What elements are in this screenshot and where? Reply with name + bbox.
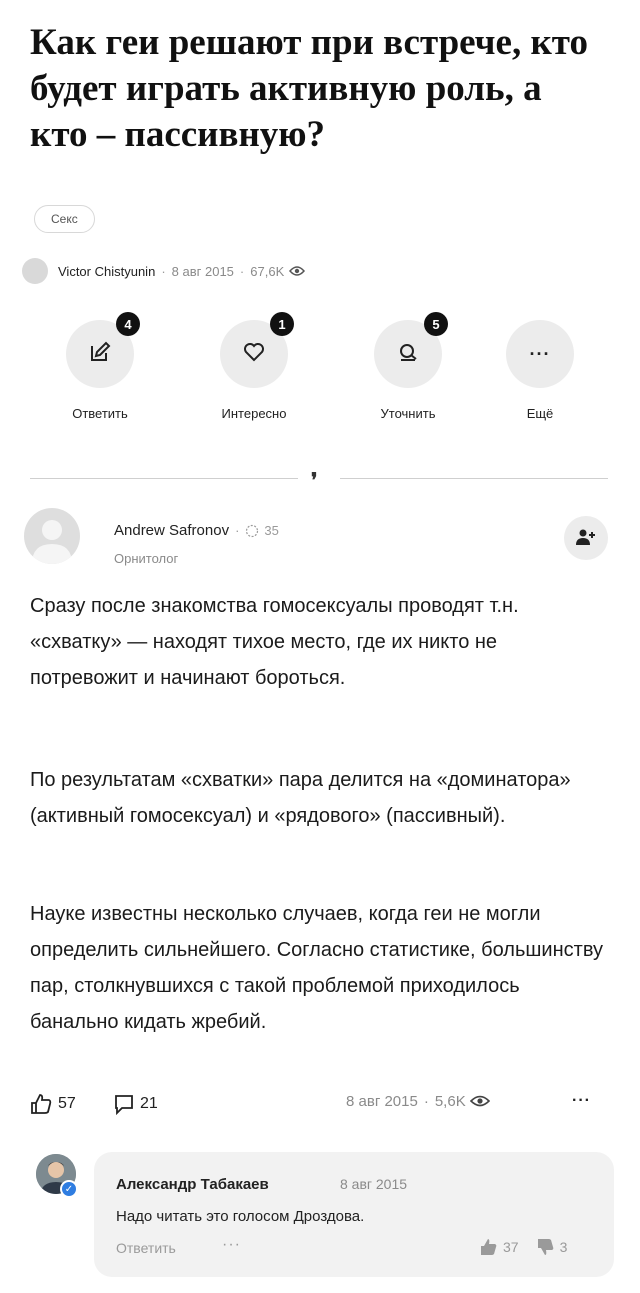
action-label: Ответить	[72, 406, 128, 421]
count-badge: 5	[424, 312, 448, 336]
author-role: Орнитолог	[114, 551, 179, 566]
answer-footer: 57 21 8 авг 2015 · 5,6K ···	[30, 1092, 610, 1122]
add-user-icon	[576, 528, 596, 549]
divider	[340, 478, 608, 479]
question-actions: 4 Ответить 1 Интересно 5 Уточнить ··· Ещ…	[0, 312, 640, 430]
comment-icon	[397, 341, 419, 368]
more-options-button[interactable]: ···	[572, 1092, 591, 1110]
separator: ·	[423, 1092, 429, 1110]
comment-count: 21	[140, 1095, 158, 1112]
action-label: Интересно	[221, 406, 287, 421]
like-button[interactable]: 57	[30, 1092, 76, 1116]
divider	[30, 478, 298, 479]
answer-paragraph: По результатам «схватки» пара делится на…	[30, 769, 571, 827]
answer-author[interactable]: Andrew Safronov	[114, 522, 229, 539]
answer-paragraph: Науке известны несколько случаев, когда …	[30, 903, 603, 1033]
question-title: Как геи решают при встрече, кто будет иг…	[30, 22, 588, 155]
comment-text: Надо читать это голосом Дроздова.	[116, 1208, 365, 1225]
action-label: Ещё	[526, 406, 554, 421]
like-count: 57	[58, 1095, 76, 1112]
comments-button[interactable]: 21	[112, 1092, 158, 1116]
thumbs-up-icon	[30, 1092, 54, 1116]
answer-date: 8 авг 2015	[346, 1092, 418, 1110]
action-circle[interactable]: 4	[66, 312, 140, 388]
heart-icon	[243, 341, 265, 368]
question-meta: Victor Chistyunin · 8 авг 2015 · 67,6K	[22, 258, 306, 284]
more-action-button[interactable]: ··· Ещё	[480, 320, 600, 421]
answer-author-line: Andrew Safronov · 35	[114, 522, 279, 539]
verified-badge-icon: ✓	[60, 1180, 78, 1198]
thumbs-up-icon[interactable]	[480, 1238, 498, 1256]
separator: ·	[239, 263, 245, 279]
user-silhouette-icon	[32, 520, 72, 564]
views-icon	[469, 1092, 490, 1110]
author-rating: 35	[264, 523, 279, 538]
answer-paragraph: Сразу после знакомства гомосексуалы пров…	[30, 595, 519, 689]
subscribe-button[interactable]	[564, 516, 608, 560]
question-date: 8 авг 2015	[171, 263, 234, 279]
question-author[interactable]: Victor Chistyunin	[58, 264, 155, 279]
separator: ·	[161, 263, 166, 279]
quote-icon: ❜	[311, 470, 318, 492]
answer-views: 5,6K	[434, 1092, 466, 1110]
action-circle[interactable]: ···	[506, 320, 574, 388]
edit-icon	[89, 341, 111, 368]
action-circle[interactable]: 5	[374, 312, 448, 388]
avatar[interactable]	[22, 258, 48, 284]
count-badge: 1	[270, 312, 294, 336]
interesting-action-button[interactable]: 1 Интересно	[194, 312, 314, 421]
reply-button[interactable]: Ответить	[116, 1240, 176, 1256]
separator: ·	[235, 523, 240, 538]
comment-reactions: 37 3	[480, 1238, 567, 1256]
comment-bubble-icon	[112, 1092, 136, 1116]
answer-action-button[interactable]: 4 Ответить	[40, 312, 160, 421]
clarify-action-button[interactable]: 5 Уточнить	[348, 312, 468, 421]
comment-date: 8 авг 2015	[340, 1176, 408, 1192]
count-badge: 4	[116, 312, 140, 336]
action-label: Уточнить	[380, 406, 436, 421]
comment-more-button[interactable]: ···	[222, 1236, 241, 1254]
avatar[interactable]	[24, 508, 80, 564]
more-icon: ···	[529, 343, 551, 364]
rating-icon	[245, 524, 259, 538]
comment-author[interactable]: Александр Табакаев	[116, 1176, 269, 1193]
answer-stats: 8 авг 2015 · 5,6K	[346, 1092, 490, 1110]
action-circle[interactable]: 1	[220, 312, 294, 388]
thumbs-down-icon[interactable]	[537, 1238, 555, 1256]
comment-like-count: 37	[503, 1239, 519, 1255]
comment-dislike-count: 3	[559, 1239, 568, 1255]
question-views: 67,6K	[250, 263, 285, 279]
topic-tag[interactable]: Секс	[34, 205, 95, 233]
eye-icon	[289, 265, 306, 277]
